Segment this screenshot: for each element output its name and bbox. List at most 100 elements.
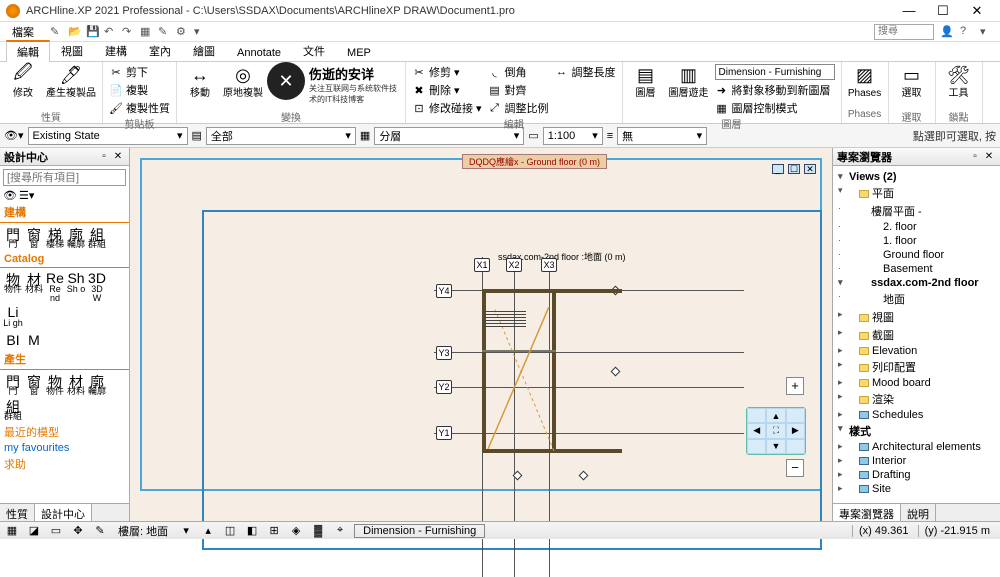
copy-inplace-button[interactable]: ◎原地複製 xyxy=(223,64,263,99)
status-misc6-icon[interactable]: ⌖ xyxy=(332,524,348,537)
dc-tool-門[interactable]: 門門 xyxy=(3,372,23,396)
copy-button[interactable]: 📄複製 xyxy=(109,82,170,98)
tree-bs[interactable]: Basement xyxy=(835,262,998,276)
dc-link-fav[interactable]: my favourites xyxy=(0,441,129,455)
layer-mode-dropdown[interactable]: 分層▾ xyxy=(374,127,524,145)
status-layer-combo[interactable]: Dimension - Furnishing xyxy=(354,524,485,538)
layer-button[interactable]: ▤圖層 xyxy=(629,64,663,99)
tree-view[interactable]: 視圖 xyxy=(835,308,998,326)
tools-button[interactable]: 🛠工具 xyxy=(942,64,976,99)
dc-tool-窗[interactable]: 窗窗 xyxy=(24,372,44,396)
tree-render[interactable]: 渲染 xyxy=(835,390,998,408)
dc-tool-組[interactable]: 組群組 xyxy=(3,397,23,421)
status-misc5-icon[interactable]: ▓ xyxy=(310,525,326,537)
tree-views[interactable]: Views (2) xyxy=(835,170,998,184)
nav-cube[interactable]: ▲◀⛶▶▼ xyxy=(746,407,806,455)
tree-print[interactable]: 列印配置 xyxy=(835,358,998,376)
dc-tool-Li[interactable]: LiLi gh xyxy=(3,304,23,328)
status-misc2-icon[interactable]: ◧ xyxy=(244,524,260,537)
opt-hatch-icon[interactable]: ▦ xyxy=(360,129,370,142)
dc-tab-props[interactable]: 性質 xyxy=(0,504,35,521)
zoom-in-button[interactable]: + xyxy=(786,377,804,395)
tree-current-floor[interactable]: ssdax.com-2nd floor xyxy=(835,276,998,290)
modify-button[interactable]: 🖉修改 xyxy=(6,64,40,99)
move-button[interactable]: ↔移動 xyxy=(183,64,217,99)
line-dropdown[interactable]: 無▾ xyxy=(617,127,707,145)
dc-tab-dc[interactable]: 設計中心 xyxy=(35,504,92,521)
dc-tool-Re[interactable]: ReRe nd xyxy=(45,270,65,303)
qat-save-icon[interactable]: 💾 xyxy=(86,25,100,39)
status-misc4-icon[interactable]: ◈ xyxy=(288,524,304,537)
drawing-canvas[interactable]: DQDQ應繪x - Ground floor (0 m) _☐✕ ssdax.c… xyxy=(140,158,822,491)
tab-draw[interactable]: 繪圖 xyxy=(182,40,226,61)
close-button[interactable]: ✕ xyxy=(960,1,994,21)
qat-settings-icon[interactable]: ⚙ xyxy=(176,25,190,39)
tree-floorplan[interactable]: 樓層平面 - xyxy=(835,202,998,220)
tab-view[interactable]: 視圖 xyxy=(50,40,94,61)
viewport-close-icon[interactable]: ✕ xyxy=(804,164,816,174)
copy-props-button[interactable]: 🖌複製性質 xyxy=(109,100,170,116)
status-3d-icon[interactable]: ◪ xyxy=(26,524,42,537)
tree-style[interactable]: 樣式 xyxy=(835,422,998,440)
dc-tool-梯[interactable]: 梯樓梯 xyxy=(45,225,65,249)
minimize-button[interactable]: — xyxy=(892,1,926,21)
dc-link-recent[interactable]: 最近的模型 xyxy=(0,423,129,441)
pb-tab-browser[interactable]: 專案瀏覽器 xyxy=(833,504,901,521)
tab-interior[interactable]: 室內 xyxy=(138,40,182,61)
length-button[interactable]: ↔調整長度 xyxy=(555,64,616,80)
delete-button[interactable]: ✖刪除▾ xyxy=(412,82,482,98)
status-misc1-icon[interactable]: ◫ xyxy=(222,524,238,537)
move-to-layer-button[interactable]: ➜將對象移動到新圖層 xyxy=(715,82,835,98)
layer-control-button[interactable]: ▦圖層控制模式 xyxy=(715,100,835,116)
tab-mep[interactable]: MEP xyxy=(336,44,382,61)
tab-edit[interactable]: 編輯 xyxy=(6,40,50,62)
cut-button[interactable]: ✂剪下 xyxy=(109,64,170,80)
tree-elev[interactable]: Elevation xyxy=(835,344,998,358)
dc-tool-組[interactable]: 組群組 xyxy=(87,225,107,249)
tree-draft[interactable]: Drafting xyxy=(835,468,998,482)
dc-close-icon[interactable]: ✕ xyxy=(111,151,125,162)
help-icon[interactable]: ? xyxy=(960,25,974,39)
viewport-min-icon[interactable]: _ xyxy=(772,164,784,174)
qat-new-icon[interactable]: ✎ xyxy=(50,25,64,39)
status-nav-icon[interactable]: ✥ xyxy=(70,524,86,537)
status-up-icon[interactable]: ▴ xyxy=(200,524,216,537)
qat-more-icon[interactable]: ▾ xyxy=(194,25,208,39)
dc-tool-M[interactable]: M xyxy=(24,332,44,347)
opt-line-icon[interactable]: ≡ xyxy=(607,130,613,142)
trim-button[interactable]: ✂修剪▾ xyxy=(412,64,482,80)
tree-site[interactable]: Site xyxy=(835,482,998,496)
tree-sched[interactable]: Schedules xyxy=(835,408,998,422)
qat-grid-icon[interactable]: ▦ xyxy=(140,25,154,39)
opt-layer-icon[interactable]: ▤ xyxy=(192,129,202,142)
dc-tool-3D[interactable]: 3D3D W xyxy=(87,270,107,303)
dc-tool-物[interactable]: 物物件 xyxy=(3,270,23,303)
tree-gf[interactable]: Ground floor xyxy=(835,248,998,262)
user-icon[interactable]: 👤 xyxy=(940,25,954,39)
scale-dropdown[interactable]: 1:100▾ xyxy=(543,127,603,145)
dc-tool-門[interactable]: 門門 xyxy=(3,225,23,249)
phases-button[interactable]: ▨Phases xyxy=(848,64,882,99)
tab-annotate[interactable]: Annotate xyxy=(226,44,292,61)
dc-tool-窗[interactable]: 窗窗 xyxy=(24,225,44,249)
qat-redo-icon[interactable]: ↷ xyxy=(122,25,136,39)
menu-dropdown-icon[interactable]: ▾ xyxy=(980,25,994,39)
tree-interior[interactable]: Interior xyxy=(835,454,998,468)
dc-tool-物[interactable]: 物物件 xyxy=(45,372,65,396)
all-dropdown[interactable]: 全部▾ xyxy=(206,127,356,145)
tab-build[interactable]: 建構 xyxy=(94,40,138,61)
pb-tab-help[interactable]: 說明 xyxy=(901,504,936,521)
select-button[interactable]: ▭選取 xyxy=(895,64,929,99)
scale-button[interactable]: ⤢調整比例 xyxy=(488,100,549,116)
dc-tool-廓[interactable]: 廓輪廓 xyxy=(87,372,107,396)
qat-open-icon[interactable]: 📂 xyxy=(68,25,82,39)
tree-f2[interactable]: 2. floor xyxy=(835,220,998,234)
status-view-icon[interactable]: ▭ xyxy=(48,524,64,537)
duplicate-button[interactable]: 🖊產生複製品 xyxy=(46,64,96,99)
align-button[interactable]: ▤對齊 xyxy=(488,82,549,98)
tree-mood[interactable]: Mood board xyxy=(835,376,998,390)
dc-tool-材[interactable]: 材材料 xyxy=(66,372,86,396)
search-input[interactable] xyxy=(874,24,934,40)
layer-combo[interactable] xyxy=(715,64,835,80)
dc-list-icon[interactable]: ☰▾ xyxy=(19,189,34,202)
